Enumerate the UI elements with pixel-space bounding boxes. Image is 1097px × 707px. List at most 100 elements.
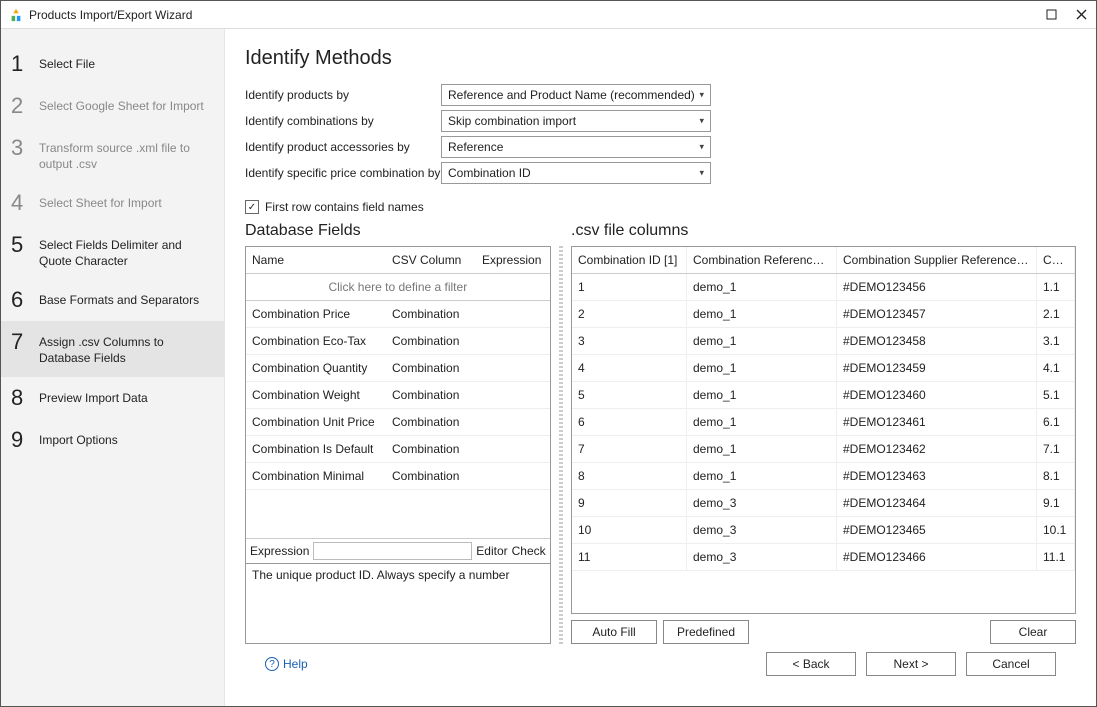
table-row[interactable]: Combination Eco-TaxCombination (246, 328, 550, 355)
csv-cell: #DEMO123459 (837, 355, 1037, 381)
expression-row: Expression Editor Check (246, 538, 550, 563)
predefined-button[interactable]: Predefined (663, 620, 749, 644)
csv-cell: 3 (572, 328, 687, 354)
identify-price-select[interactable]: Combination ID ▾ (441, 162, 711, 184)
step-number: 2 (11, 95, 39, 117)
table-row[interactable]: 4demo_1#DEMO1234594.1 (572, 355, 1075, 382)
help-label: Help (283, 657, 308, 671)
window-controls (1044, 8, 1088, 22)
identify-accessories-select[interactable]: Reference ▾ (441, 136, 711, 158)
close-icon[interactable] (1074, 8, 1088, 22)
db-cell-expr (476, 355, 550, 381)
wizard-step[interactable]: 7Assign .csv Columns to Database Fields (1, 321, 224, 376)
csv-header-combination-id[interactable]: Combination ID [1] (572, 247, 687, 273)
csv-cell: #DEMO123462 (837, 436, 1037, 462)
table-row[interactable]: 3demo_1#DEMO1234583.1 (572, 328, 1075, 355)
csv-cell: 4 (572, 355, 687, 381)
db-header-csv[interactable]: CSV Column (386, 247, 476, 273)
db-cell-csv: Combination (386, 463, 476, 489)
wizard-step[interactable]: 8Preview Import Data (1, 377, 224, 419)
csv-cell: 9 (572, 490, 687, 516)
identify-products-select[interactable]: Reference and Product Name (recommended)… (441, 84, 711, 106)
csv-cell: 1.1 (1037, 274, 1075, 300)
db-grid-body: Combination PriceCombinationCombination … (246, 301, 550, 538)
first-row-checkbox[interactable]: ✓ (245, 200, 259, 214)
table-row[interactable]: 5demo_1#DEMO1234605.1 (572, 382, 1075, 409)
step-number: 6 (11, 289, 39, 311)
next-button[interactable]: Next > (866, 652, 956, 676)
step-label: Select Sheet for Import (39, 192, 210, 212)
table-row[interactable]: Combination MinimalCombination (246, 463, 550, 490)
db-cell-expr (476, 328, 550, 354)
csv-cell: demo_1 (687, 463, 837, 489)
table-row[interactable]: 9demo_3#DEMO1234649.1 (572, 490, 1075, 517)
csv-cell: 2.1 (1037, 301, 1075, 327)
maximize-icon[interactable] (1044, 8, 1058, 22)
db-cell-csv: Combination (386, 382, 476, 408)
back-button[interactable]: < Back (766, 652, 856, 676)
body: 1Select File2Select Google Sheet for Imp… (1, 29, 1096, 706)
step-number: 1 (11, 53, 39, 75)
footer: ? Help < Back Next > Cancel (245, 644, 1076, 694)
table-row[interactable]: Combination WeightCombination (246, 382, 550, 409)
identify-combinations-select[interactable]: Skip combination import ▾ (441, 110, 711, 132)
table-row[interactable]: Combination PriceCombination (246, 301, 550, 328)
db-filter-row[interactable]: Click here to define a filter (246, 274, 550, 301)
db-cell-name: Combination Unit Price (246, 409, 386, 435)
db-cell-csv: Combination (386, 328, 476, 354)
table-row[interactable]: 2demo_1#DEMO1234572.1 (572, 301, 1075, 328)
csv-cell: 7.1 (1037, 436, 1075, 462)
splitter-handle[interactable] (559, 246, 563, 644)
wizard-step[interactable]: 9Import Options (1, 419, 224, 461)
database-fields-panel: Database Fields Name CSV Column Expressi… (245, 222, 551, 644)
database-fields-title: Database Fields (245, 222, 551, 240)
wizard-step: 4Select Sheet for Import (1, 182, 224, 224)
wizard-step[interactable]: 6Base Formats and Separators (1, 279, 224, 321)
csv-header-truncated[interactable]: Com (1037, 247, 1075, 273)
csv-header-supplier-reference[interactable]: Combination Supplier Reference [3] (837, 247, 1037, 273)
titlebar: Products Import/Export Wizard (1, 1, 1096, 29)
clear-button[interactable]: Clear (990, 620, 1076, 644)
identify-form: Identify products by Reference and Produ… (245, 84, 1076, 188)
csv-header-combination-reference[interactable]: Combination Reference [2] (687, 247, 837, 273)
csv-cell: 3.1 (1037, 328, 1075, 354)
step-number: 5 (11, 234, 39, 256)
csv-cell: #DEMO123458 (837, 328, 1037, 354)
wizard-step[interactable]: 5Select Fields Delimiter and Quote Chara… (1, 224, 224, 279)
wizard-window: Products Import/Export Wizard 1Select Fi… (0, 0, 1097, 707)
help-link[interactable]: ? Help (265, 657, 308, 671)
table-row[interactable]: Combination Is DefaultCombination (246, 436, 550, 463)
step-label: Select Fields Delimiter and Quote Charac… (39, 234, 210, 269)
table-row[interactable]: 10demo_3#DEMO12346510.1 (572, 517, 1075, 544)
db-header-name[interactable]: Name (246, 247, 386, 273)
identify-accessories-value: Reference (448, 140, 503, 154)
expression-input[interactable] (313, 542, 472, 560)
csv-columns-panel: .csv file columns Combination ID [1] Com… (571, 222, 1076, 644)
table-row[interactable]: 11demo_3#DEMO12346611.1 (572, 544, 1075, 571)
step-label: Base Formats and Separators (39, 289, 210, 309)
table-row[interactable]: 1demo_1#DEMO1234561.1 (572, 274, 1075, 301)
csv-cell: #DEMO123466 (837, 544, 1037, 570)
csv-cell: 8.1 (1037, 463, 1075, 489)
identify-accessories-label: Identify product accessories by (245, 140, 441, 154)
expression-editor-link[interactable]: Editor (476, 544, 507, 558)
db-header-expr[interactable]: Expression (476, 247, 550, 273)
table-row[interactable]: Combination Unit PriceCombination (246, 409, 550, 436)
table-row[interactable]: Combination QuantityCombination (246, 355, 550, 382)
csv-cell: 11 (572, 544, 687, 570)
window-title: Products Import/Export Wizard (29, 8, 1044, 22)
wizard-step[interactable]: 1Select File (1, 43, 224, 85)
csv-grid-body: 1demo_1#DEMO1234561.12demo_1#DEMO1234572… (572, 274, 1075, 613)
identify-combinations-label: Identify combinations by (245, 114, 441, 128)
table-row[interactable]: 6demo_1#DEMO1234616.1 (572, 409, 1075, 436)
csv-cell: demo_1 (687, 301, 837, 327)
expression-check-link[interactable]: Check (512, 544, 546, 558)
csv-cell: 6.1 (1037, 409, 1075, 435)
csv-cell: #DEMO123465 (837, 517, 1037, 543)
table-row[interactable]: 8demo_1#DEMO1234638.1 (572, 463, 1075, 490)
db-cell-expr (476, 301, 550, 327)
table-row[interactable]: 7demo_1#DEMO1234627.1 (572, 436, 1075, 463)
auto-fill-button[interactable]: Auto Fill (571, 620, 657, 644)
cancel-button[interactable]: Cancel (966, 652, 1056, 676)
csv-cell: #DEMO123456 (837, 274, 1037, 300)
